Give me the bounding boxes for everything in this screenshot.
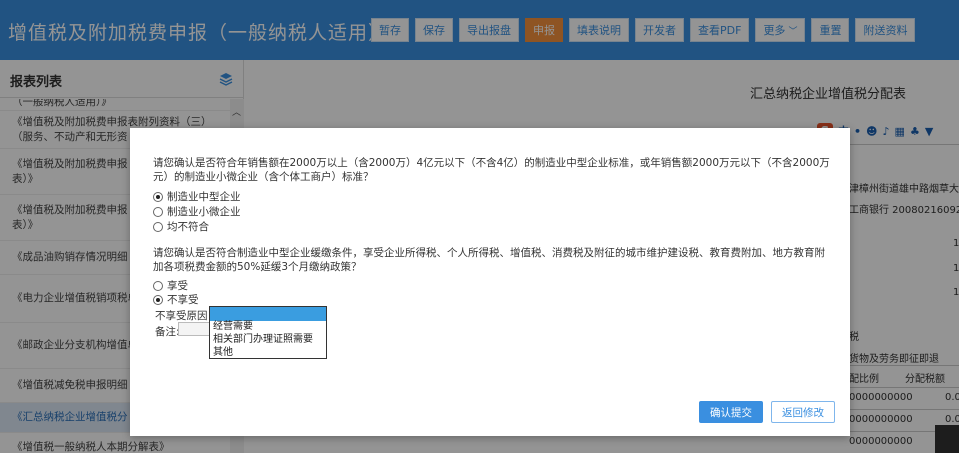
confirm-submit-button[interactable]: 确认提交 [699, 401, 763, 423]
button-label: 确认提交 [710, 406, 752, 419]
dropdown-option-selected[interactable] [210, 307, 326, 321]
radio-label: 制造业中型企业 [167, 191, 241, 203]
dropdown-option[interactable]: 经营需要 [210, 321, 326, 334]
radio-small-manufacturer[interactable]: 制造业小微企业 [153, 204, 241, 219]
button-label: 返回修改 [782, 406, 824, 419]
radio-label: 享受 [167, 280, 188, 292]
radio-unchecked-icon[interactable] [153, 206, 163, 217]
question-2: 请您确认是否符合制造业中型企业缓缴条件，享受企业所得税、个人所得税、增值税、消费… [153, 247, 825, 273]
radio-label: 制造业小微企业 [167, 206, 241, 218]
note-input[interactable] [178, 322, 212, 336]
radio-not-enjoy[interactable]: 不享受 [153, 292, 199, 307]
radio-label: 均不符合 [167, 221, 209, 233]
radio-checked-icon[interactable] [153, 294, 163, 305]
confirm-dialog: 请您确认是否符合年销售额在2000万以上（含2000万）4亿元以下（不含4亿）的… [130, 128, 850, 436]
note-label: 备注: [155, 326, 180, 338]
radio-none[interactable]: 均不符合 [153, 219, 209, 234]
radio-enjoy[interactable]: 享受 [153, 278, 188, 293]
reason-dropdown[interactable]: 经营需要 相关部门办理证照需要 其他 [209, 306, 327, 359]
dropdown-option[interactable]: 相关部门办理证照需要 [210, 334, 326, 347]
radio-medium-manufacturer[interactable]: 制造业中型企业 [153, 189, 241, 204]
dropdown-option[interactable]: 其他 [210, 347, 326, 360]
back-edit-button[interactable]: 返回修改 [771, 401, 835, 423]
question-1: 请您确认是否符合年销售额在2000万以上（含2000万）4亿元以下（不含4亿）的… [153, 157, 830, 183]
radio-unchecked-icon[interactable] [153, 221, 163, 232]
radio-checked-icon[interactable] [153, 191, 163, 202]
radio-unchecked-icon[interactable] [153, 280, 163, 291]
radio-label: 不享受 [167, 294, 199, 306]
